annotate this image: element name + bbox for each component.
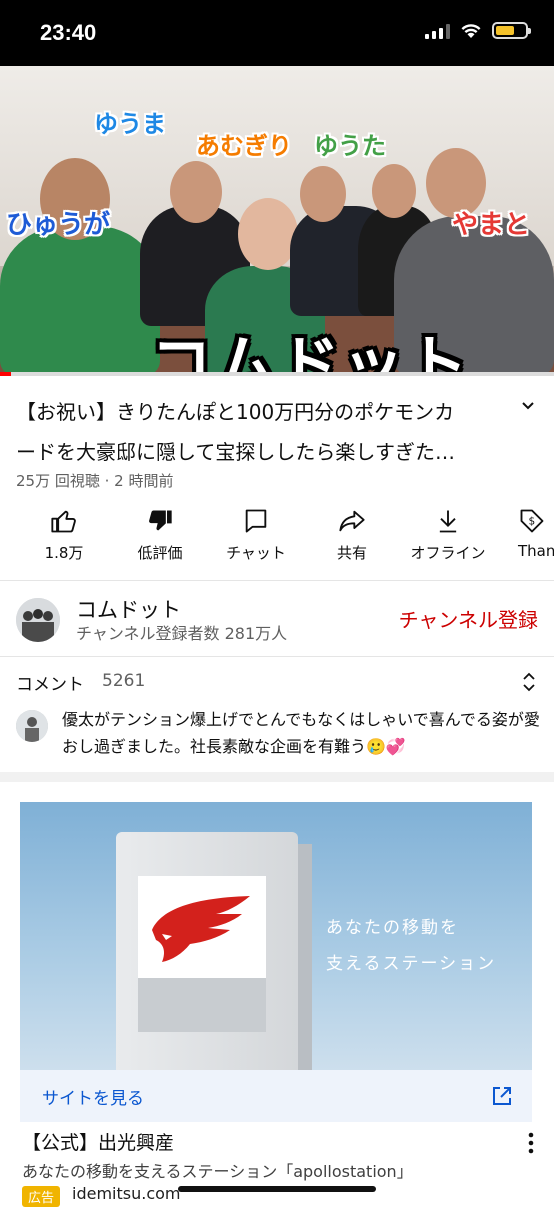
download-label: オフライン (410, 544, 486, 562)
ad-image-copy: あなたの移動を 支えるステーション (326, 910, 496, 982)
like-count: 1.8万 (44, 544, 84, 562)
download-button[interactable]: オフライン (398, 506, 498, 563)
video-title-line: 【お祝い】きりたんぽと100万円分のポケモンカ (16, 400, 455, 424)
ad-title[interactable]: 【公式】出光興産 (22, 1128, 174, 1155)
person-head (372, 164, 416, 218)
person-head (170, 161, 222, 223)
thanks-button[interactable]: $ Than (494, 506, 554, 560)
person-head (238, 198, 298, 270)
action-bar: 1.8万 低評価 チャット 共有 オフライン $ Than (0, 506, 554, 568)
ad-copy-line: 支えるステーション (326, 954, 497, 974)
ad-badge: 広告 (22, 1186, 61, 1207)
chat-label: チャット (226, 544, 286, 562)
top-comment-text: 優太がテンション爆上げでとんでもなくはしゃいで喜んでる姿が愛おし過ぎました。社長… (62, 710, 540, 756)
chat-icon (245, 509, 267, 533)
channel-subscribers: チャンネル登録者数 281万人 (76, 624, 288, 643)
thanks-label: Than (518, 542, 554, 560)
overlay-name: やまと (452, 210, 531, 240)
chevron-down-icon[interactable] (520, 398, 536, 414)
video-overlay-title: コムドット (150, 328, 471, 376)
thumbs-down-icon (149, 510, 172, 531)
more-options-icon[interactable] (528, 1132, 534, 1154)
overlay-name: ゆうた (314, 132, 386, 160)
ad-domain[interactable]: idemitsu.com (72, 1184, 180, 1203)
open-external-icon[interactable] (490, 1084, 514, 1108)
person-head (300, 166, 346, 222)
thanks-icon: $ (520, 509, 544, 533)
status-icons (425, 22, 531, 39)
comments-header: コメント (16, 675, 84, 695)
overlay-name: あむぎり (196, 132, 292, 160)
ad-copy-line: あなたの移動を (326, 918, 459, 938)
chat-button[interactable]: チャット (206, 506, 306, 563)
channel-avatar[interactable] (16, 598, 60, 642)
video-title[interactable]: 【お祝い】きりたんぽと100万円分のポケモンカ ードを大豪邸に隠して宝探ししたら… (16, 392, 506, 472)
dislike-button[interactable]: 低評価 (110, 506, 210, 563)
download-icon (439, 510, 457, 533)
video-progress-fill (0, 372, 12, 376)
ad-card[interactable]: あなたの移動を 支えるステーション サイトを見る (20, 802, 532, 1122)
video-title-line: ードを大豪邸に隠して宝探ししたら楽しすぎた… (16, 440, 455, 464)
overlay-name: ゆうま (94, 110, 166, 138)
subscribe-button[interactable]: チャンネル登録 (399, 604, 538, 633)
ad-description: あなたの移動を支えるステーション「apollostation」 (22, 1162, 413, 1181)
section-separator (0, 772, 554, 782)
wifi-icon (461, 23, 481, 38)
expand-collapse-icon[interactable] (520, 670, 538, 694)
commenter-avatar (16, 710, 48, 742)
overlay-name: ひゅうが (6, 210, 111, 240)
share-label: 共有 (336, 544, 367, 562)
channel-avatar-image (16, 598, 60, 642)
home-indicator[interactable] (178, 1186, 376, 1192)
share-button[interactable]: 共有 (302, 506, 402, 563)
divider (0, 656, 554, 657)
battery-icon (492, 22, 531, 39)
video-player[interactable]: ゆうま あむぎり ゆうた ひゅうが やまと コムドット (0, 66, 554, 376)
commenter-avatar-image (16, 710, 48, 742)
divider (0, 580, 554, 581)
comments-section[interactable]: コメント 5261 優太がテンション爆上げでとんでもなくはしゃいで喜んでる姿が愛… (0, 660, 554, 760)
dislike-label: 低評価 (137, 544, 183, 562)
cellular-signal-icon (425, 23, 450, 39)
ad-image[interactable]: あなたの移動を 支えるステーション (20, 802, 532, 1070)
status-time: 23:40 (40, 20, 97, 45)
share-icon (339, 510, 365, 532)
video-meta: 25万 回視聴 · 2 時間前 (16, 472, 174, 490)
idemitsu-logo-icon (152, 896, 250, 962)
gas-station-sign (116, 832, 312, 1070)
comments-count: 5261 (102, 671, 146, 691)
person-figure (0, 226, 160, 376)
thumbs-up-icon (51, 510, 76, 533)
channel-row[interactable]: コムドット チャンネル登録者数 281万人 チャンネル登録 (0, 590, 554, 650)
svg-text:$: $ (529, 516, 536, 528)
video-progress-bar[interactable] (0, 372, 554, 376)
ad-cta-bar[interactable]: サイトを見る (20, 1070, 532, 1122)
visit-site-link[interactable]: サイトを見る (42, 1084, 144, 1109)
like-button[interactable]: 1.8万 (14, 506, 114, 563)
status-bar: 23:40 (0, 0, 554, 66)
